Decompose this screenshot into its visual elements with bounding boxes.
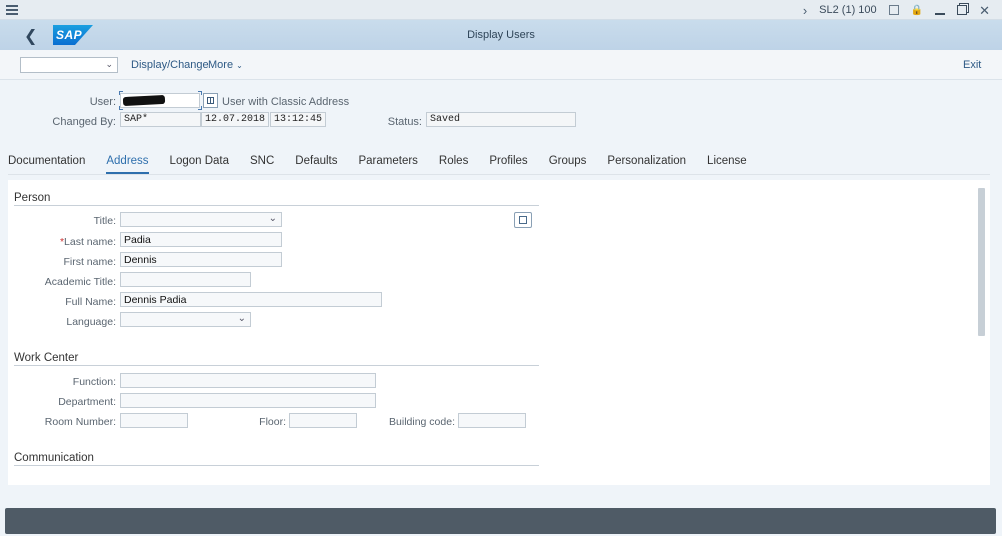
session-info: SL2 (1) 100 xyxy=(819,4,877,16)
language-select[interactable]: ⌄ xyxy=(120,312,251,327)
focus-corner xyxy=(119,106,123,110)
tab-strip: Documentation Address Logon Data SNC Def… xyxy=(8,150,768,174)
address-side-button[interactable] xyxy=(514,212,532,228)
focus-corner xyxy=(198,106,202,110)
last-name-field[interactable]: Padia xyxy=(120,232,282,247)
last-name-label: *Last name: xyxy=(59,236,116,248)
tab-snc[interactable]: SNC xyxy=(250,150,274,174)
full-name-label: Full Name: xyxy=(65,296,116,308)
title-select[interactable]: ⌄ xyxy=(120,212,282,227)
system-controls: › SL2 (1) 100 🔒 ✕ xyxy=(803,0,1002,20)
language-label: Language: xyxy=(66,316,116,328)
section-divider xyxy=(14,205,539,206)
address-panel: Person Title: ⌄ *Last name: Padia First … xyxy=(8,180,990,485)
department-label: Department: xyxy=(58,396,116,408)
academic-title-label: Academic Title: xyxy=(44,276,116,288)
function-label: Function: xyxy=(72,376,116,388)
department-field[interactable] xyxy=(120,393,376,408)
section-divider xyxy=(14,365,539,366)
chevron-down-icon: ⌄ xyxy=(268,213,277,224)
play-icon[interactable] xyxy=(888,5,899,15)
display-change-button[interactable]: Display/Change xyxy=(131,59,209,71)
vertical-scrollbar[interactable] xyxy=(978,188,985,336)
book-icon[interactable] xyxy=(203,93,218,108)
tab-profiles[interactable]: Profiles xyxy=(489,150,527,174)
floor-label: Floor: xyxy=(259,416,286,428)
restore-icon[interactable] xyxy=(957,5,968,15)
first-name-label: First name: xyxy=(63,256,116,268)
building-code-label: Building code: xyxy=(389,416,455,428)
changed-by-label: Changed By: xyxy=(52,116,116,128)
status-field: Saved xyxy=(426,112,576,127)
classic-address-label: User with Classic Address xyxy=(222,96,350,108)
tab-defaults[interactable]: Defaults xyxy=(295,150,337,174)
floor-field[interactable] xyxy=(289,413,357,428)
page-title: Display Users xyxy=(467,29,535,41)
minimize-icon[interactable] xyxy=(935,5,946,15)
full-name-field[interactable]: Dennis Padia xyxy=(120,292,382,307)
toolbar-select[interactable]: ⌄ xyxy=(20,57,118,73)
chevron-down-icon: ⌄ xyxy=(237,313,246,324)
tab-divider xyxy=(8,174,990,175)
close-icon[interactable]: ✕ xyxy=(979,4,990,17)
focus-corner xyxy=(119,91,123,95)
section-divider xyxy=(14,465,539,466)
building-code-field[interactable] xyxy=(458,413,526,428)
chevron-down-icon: ⌄ xyxy=(236,61,243,70)
person-section-title: Person xyxy=(14,192,51,204)
room-number-field[interactable] xyxy=(120,413,188,428)
chevron-down-icon: ⌄ xyxy=(105,59,113,69)
tab-personalization[interactable]: Personalization xyxy=(607,150,686,174)
tab-groups[interactable]: Groups xyxy=(549,150,587,174)
tab-logon-data[interactable]: Logon Data xyxy=(170,150,229,174)
focus-corner xyxy=(198,91,202,95)
tab-documentation[interactable]: Documentation xyxy=(8,150,85,174)
work-center-section-title: Work Center xyxy=(14,352,79,364)
user-label: User: xyxy=(89,96,116,108)
more-button[interactable]: More ⌄ xyxy=(208,59,243,71)
lock-icon[interactable]: 🔒 xyxy=(911,5,923,16)
communication-section-title: Communication xyxy=(14,452,94,464)
room-number-label: Room Number: xyxy=(44,416,116,428)
academic-title-field[interactable] xyxy=(120,272,251,287)
changed-date-field: 12.07.2018 xyxy=(201,112,269,127)
title-bar: ❮ SAP Display Users xyxy=(0,20,1002,50)
first-name-field[interactable]: Dennis xyxy=(120,252,282,267)
changed-time-field: 13:12:45 xyxy=(270,112,326,127)
chevron-right-icon[interactable]: › xyxy=(803,3,807,18)
function-field[interactable] xyxy=(120,373,376,388)
status-label: Status: xyxy=(387,116,422,128)
changed-by-field: SAP* xyxy=(120,112,201,127)
menu-icon[interactable] xyxy=(6,5,18,15)
tab-roles[interactable]: Roles xyxy=(439,150,468,174)
title-label: Title: xyxy=(93,215,116,227)
tab-license[interactable]: License xyxy=(707,150,747,174)
status-bar xyxy=(5,508,996,534)
exit-button[interactable]: Exit xyxy=(963,59,981,71)
tab-parameters[interactable]: Parameters xyxy=(358,150,417,174)
tab-address[interactable]: Address xyxy=(106,150,149,174)
toolbar: ⌄ Display/Change More ⌄ Exit xyxy=(0,50,1002,80)
system-bar: › SL2 (1) 100 🔒 ✕ xyxy=(0,0,1002,20)
